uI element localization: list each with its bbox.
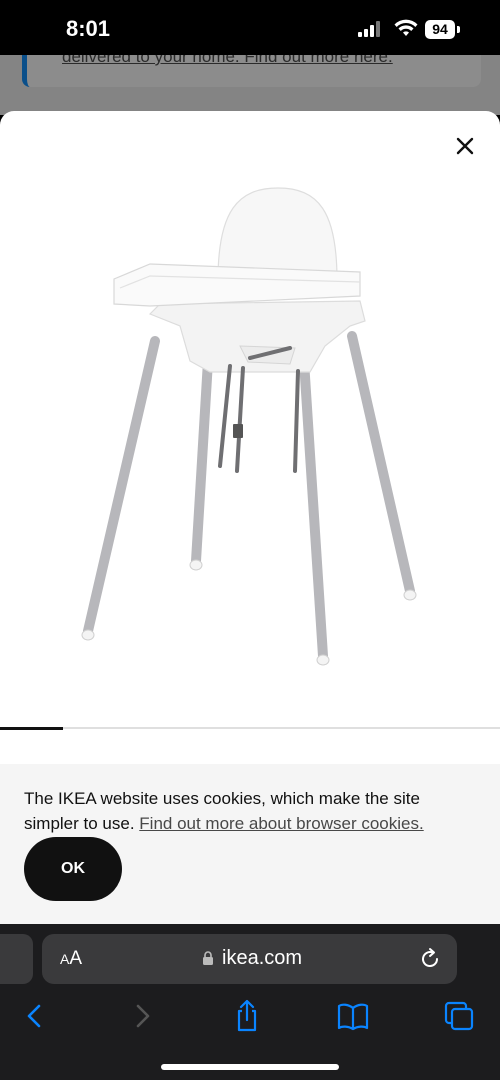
- carousel-progress-fill: [0, 727, 63, 730]
- forward-icon[interactable]: [122, 998, 162, 1034]
- cookie-info-link[interactable]: Find out more about browser cookies.: [139, 814, 423, 833]
- reader-settings-button[interactable]: AA: [60, 948, 82, 970]
- lock-icon: [203, 951, 213, 965]
- address-bar[interactable]: AA ikea.com: [42, 934, 457, 984]
- aa-small-label: A: [60, 951, 70, 967]
- high-chair-image: [81, 187, 417, 666]
- url-domain: ikea.com: [222, 947, 303, 969]
- aa-large-label: A: [69, 948, 83, 969]
- cookie-banner: The IKEA website uses cookies, which mak…: [0, 764, 500, 924]
- browser-chrome: AA ikea.com: [0, 924, 500, 1080]
- status-time: 8:01: [66, 16, 111, 41]
- share-icon[interactable]: [227, 998, 267, 1034]
- bookmarks-icon[interactable]: [333, 998, 373, 1034]
- close-icon[interactable]: [452, 133, 478, 159]
- status-bar: 8:01 94: [0, 0, 500, 55]
- background-page: delivered to your home. Find out more he…: [0, 55, 500, 115]
- signal-icon: [358, 21, 380, 37]
- delivery-info-link[interactable]: delivered to your home. Find out more he…: [62, 55, 393, 67]
- tabs-icon[interactable]: [439, 998, 479, 1034]
- product-image-modal: [0, 111, 500, 764]
- battery-indicator: 94: [425, 20, 455, 39]
- wifi-icon: [394, 19, 418, 36]
- previous-tab-edge[interactable]: [0, 934, 33, 984]
- back-icon[interactable]: [15, 998, 55, 1034]
- home-indicator: [161, 1064, 339, 1070]
- carousel-progress-track: [0, 727, 500, 730]
- cookie-message: The IKEA website uses cookies, which mak…: [24, 786, 464, 836]
- battery-tip: [457, 26, 460, 33]
- ok-button[interactable]: OK: [24, 837, 122, 901]
- reload-icon[interactable]: [418, 947, 442, 971]
